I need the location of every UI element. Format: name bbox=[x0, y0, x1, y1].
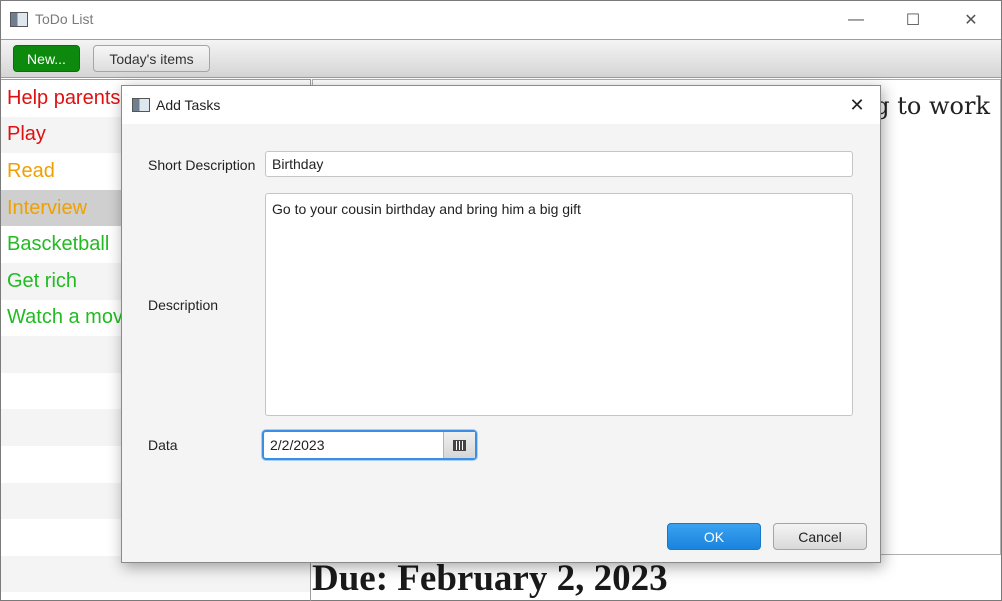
description-field[interactable]: Go to your cousin birthday and bring him… bbox=[265, 193, 853, 416]
close-button[interactable]: ✕ bbox=[942, 1, 1000, 39]
calendar-button[interactable] bbox=[443, 432, 475, 458]
dialog-close-button[interactable]: ✕ bbox=[834, 86, 880, 124]
list-item-label: Read bbox=[7, 159, 55, 182]
list-item-label: Get rich bbox=[7, 269, 78, 292]
list-item-label: Interview bbox=[7, 196, 88, 219]
window-title: ToDo List bbox=[35, 11, 94, 27]
dialog-titlebar: Add Tasks ✕ bbox=[122, 86, 880, 124]
ok-button[interactable]: OK bbox=[667, 523, 761, 550]
window-titlebar: ToDo List — ☐ ✕ bbox=[1, 1, 1001, 39]
list-item-empty[interactable] bbox=[1, 592, 310, 601]
minimize-button[interactable]: — bbox=[827, 1, 885, 39]
todo-window: ToDo List — ☐ ✕ New... Today's items Hel… bbox=[0, 0, 1002, 601]
description-label: Description bbox=[148, 297, 219, 313]
dialog-app-icon bbox=[132, 98, 150, 112]
short-description-field[interactable]: Birthday bbox=[265, 151, 853, 177]
maximize-button[interactable]: ☐ bbox=[884, 1, 942, 39]
date-picker[interactable]: 2/2/2023 bbox=[262, 430, 477, 460]
date-input[interactable]: 2/2/2023 bbox=[270, 437, 325, 453]
toolbar: New... Today's items bbox=[1, 39, 1001, 78]
app-icon bbox=[10, 12, 28, 27]
list-item-label: Play bbox=[7, 123, 46, 146]
list-item-label: Watch a mov bbox=[7, 306, 123, 329]
list-item-label: Bascketball bbox=[7, 233, 110, 256]
add-tasks-dialog: Add Tasks ✕ Short Description Birthday D… bbox=[121, 85, 881, 563]
calendar-icon bbox=[453, 439, 466, 451]
date-label: Data bbox=[148, 437, 178, 453]
cancel-button[interactable]: Cancel bbox=[773, 523, 867, 550]
task-detail-text: g to work bbox=[874, 92, 990, 120]
due-date-label: Due: February 2, 2023 bbox=[312, 558, 668, 599]
todays-items-button[interactable]: Today's items bbox=[93, 45, 210, 72]
dialog-title: Add Tasks bbox=[156, 97, 221, 113]
short-description-label: Short Description bbox=[148, 157, 256, 173]
new-button[interactable]: New... bbox=[13, 45, 80, 72]
list-item-label: Help parents bbox=[7, 86, 121, 109]
